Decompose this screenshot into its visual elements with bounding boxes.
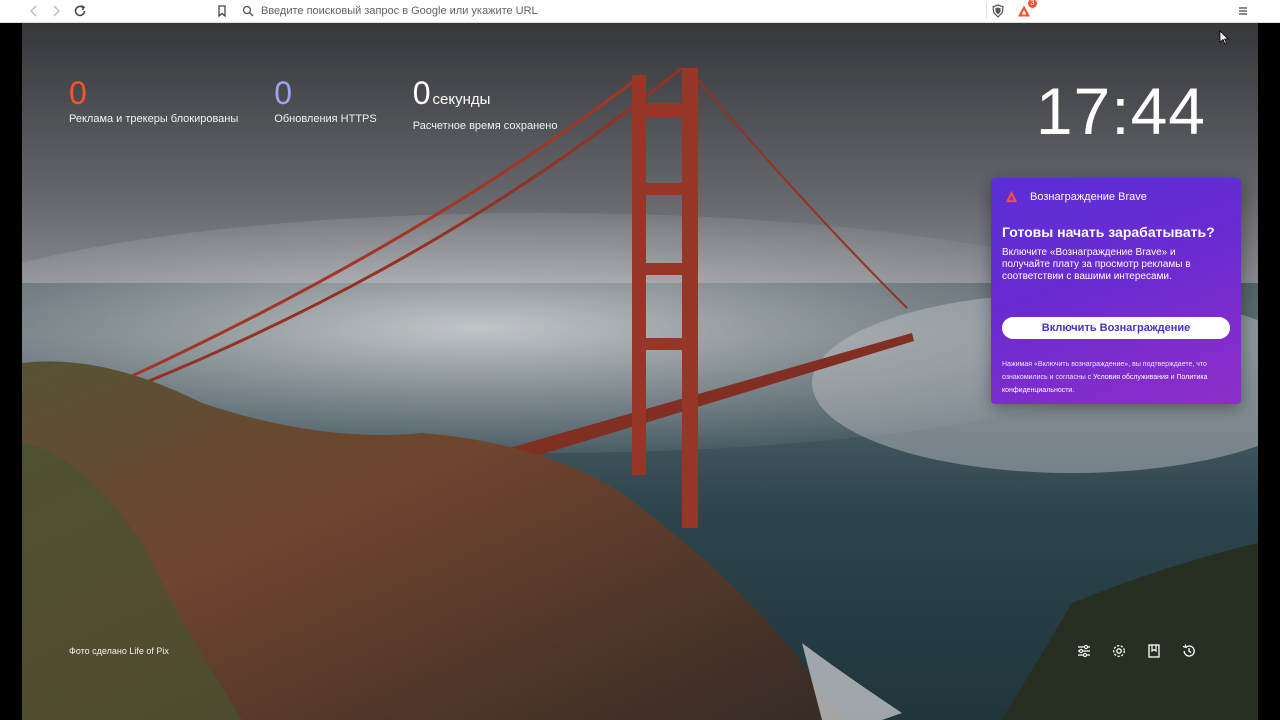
photo-credit: Фото сделано Life of Pix xyxy=(69,646,169,656)
back-arrow-icon xyxy=(29,5,37,17)
clock: 17:44 xyxy=(1035,74,1206,148)
rewards-notification-badge: 3 xyxy=(1028,0,1037,8)
rewards-card-header-text: Вознаграждение Brave xyxy=(1030,190,1147,203)
stat-time-saved-value: 0 xyxy=(412,75,431,111)
customize-icon xyxy=(1078,644,1090,658)
rewards-card-title: Готовы начать зарабатывать? xyxy=(1002,224,1215,240)
legal-suffix: . xyxy=(1072,387,1075,394)
bookmark-button[interactable] xyxy=(213,2,231,20)
address-bar[interactable] xyxy=(242,2,982,20)
history-icon xyxy=(1182,644,1195,657)
enable-rewards-button[interactable]: Включить Вознаграждение xyxy=(1002,317,1230,339)
history-button[interactable] xyxy=(1180,642,1198,660)
mouse-cursor-icon xyxy=(1219,30,1229,45)
settings-button[interactable] xyxy=(1110,642,1128,660)
stat-https-upgrades-value: 0 xyxy=(274,75,293,111)
stat-time-saved-unit: секунды xyxy=(432,91,491,108)
brave-shields-button[interactable] xyxy=(989,2,1007,20)
rewards-card: Вознаграждение Brave Готовы начать зараб… xyxy=(991,178,1241,404)
reload-button[interactable] xyxy=(71,2,89,20)
terms-of-service-link[interactable]: Условия обслуживания xyxy=(1093,374,1169,381)
url-input[interactable] xyxy=(261,5,961,17)
bookmark-icon xyxy=(218,5,226,18)
stat-time-saved-value-row: 0 секунды xyxy=(413,75,558,118)
rewards-card-description: Включите «Вознаграждение Brave» и получа… xyxy=(1002,247,1191,282)
main-menu-button[interactable] xyxy=(1234,2,1252,20)
hamburger-menu-icon xyxy=(1239,7,1247,15)
stats-panel: 0 Реклама и трекеры блокированы 0 Обновл… xyxy=(69,75,593,132)
settings-icon xyxy=(1113,645,1125,657)
new-tab-page: 0 Реклама и трекеры блокированы 0 Обновл… xyxy=(22,23,1258,720)
customize-button[interactable] xyxy=(1075,642,1093,660)
toolbar-divider xyxy=(986,3,987,19)
stat-time-saved-label: Расчетное время сохранено xyxy=(412,120,558,132)
legal-and: и xyxy=(1168,374,1177,381)
rewards-legal-text: Нажимая «Включить вознаграждение», вы по… xyxy=(1002,358,1232,397)
back-button[interactable] xyxy=(25,2,43,20)
browser-toolbar: 3 xyxy=(0,0,1280,23)
bookmarks-button[interactable] xyxy=(1145,642,1163,660)
stat-https-upgrades-label: Обновления HTTPS xyxy=(274,113,377,125)
forward-arrow-icon xyxy=(53,5,61,17)
bottom-actions xyxy=(1075,642,1215,660)
stat-https-upgrades: 0 Обновления HTTPS xyxy=(274,75,376,132)
brave-rewards-button[interactable]: 3 xyxy=(1015,0,1037,20)
reload-icon xyxy=(74,5,86,17)
brave-rewards-logo-icon xyxy=(1005,190,1018,203)
rewards-card-header: Вознаграждение Brave xyxy=(1005,190,1147,203)
stat-time-saved: 0 секунды Расчетное время сохранено xyxy=(413,75,558,132)
stat-ads-blocked-value: 0 xyxy=(69,75,87,111)
brave-shields-icon xyxy=(992,4,1004,18)
forward-button[interactable] xyxy=(47,2,65,20)
stat-ads-blocked-label: Реклама и трекеры блокированы xyxy=(69,113,239,125)
bookmarks-icon xyxy=(1148,644,1160,658)
search-icon xyxy=(242,5,254,17)
stat-ads-blocked: 0 Реклама и трекеры блокированы xyxy=(69,75,238,132)
